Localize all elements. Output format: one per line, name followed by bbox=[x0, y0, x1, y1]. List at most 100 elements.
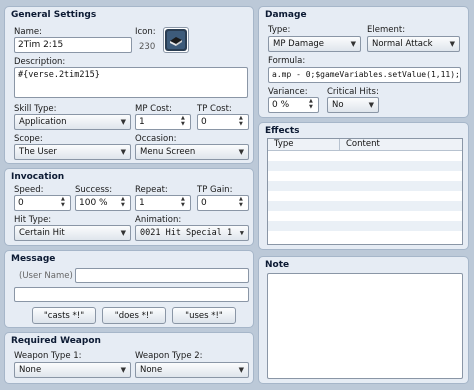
formula-label: Formula: bbox=[268, 56, 306, 66]
tp-cost-label: TP Cost: bbox=[197, 104, 232, 114]
required-weapon-title: Required Weapon bbox=[11, 336, 101, 346]
does-button[interactable]: "does *!" bbox=[102, 307, 166, 324]
animation-label: Animation: bbox=[135, 215, 182, 225]
scope-select[interactable]: The User ▼ bbox=[14, 144, 131, 160]
spin-arrows-icon[interactable]: ▲ ▼ bbox=[309, 98, 316, 110]
variance-value: 0 % bbox=[272, 100, 290, 110]
chevron-down-icon: ▼ bbox=[449, 40, 455, 48]
repeat-label: Repeat: bbox=[135, 185, 168, 195]
chevron-down-icon: ▼ bbox=[120, 148, 126, 156]
user-name-placeholder: (User Name) bbox=[19, 271, 73, 281]
weapon-type-1-select[interactable]: None ▼ bbox=[14, 362, 131, 378]
element-select[interactable]: Normal Attack ▼ bbox=[367, 36, 460, 52]
repeat-stepper[interactable]: 1 ▲ ▼ bbox=[135, 195, 191, 211]
effects-table[interactable]: Type Content bbox=[267, 138, 463, 245]
note-title: Note bbox=[265, 260, 290, 270]
mp-cost-value: 1 bbox=[139, 117, 145, 127]
damage-type-select[interactable]: MP Damage ▼ bbox=[268, 36, 361, 52]
scope-value: The User bbox=[19, 147, 57, 157]
occasion-value: Menu Screen bbox=[140, 147, 196, 157]
note-panel: Note bbox=[258, 256, 469, 384]
spin-arrows-icon[interactable]: ▲ ▼ bbox=[181, 196, 188, 208]
tp-cost-value: 0 bbox=[201, 117, 207, 127]
weapon-type-2-label: Weapon Type 2: bbox=[135, 351, 203, 361]
table-row[interactable] bbox=[268, 201, 462, 211]
hit-type-label: Hit Type: bbox=[14, 215, 52, 225]
success-label: Success: bbox=[75, 185, 113, 195]
message-line-1-input[interactable] bbox=[75, 268, 249, 283]
description-label: Description: bbox=[14, 57, 66, 67]
weapon-type-1-label: Weapon Type 1: bbox=[14, 351, 82, 361]
spin-arrows-icon[interactable]: ▲ ▼ bbox=[239, 115, 246, 127]
tp-gain-stepper[interactable]: 0 ▲ ▼ bbox=[197, 195, 249, 211]
mp-cost-label: MP Cost: bbox=[135, 104, 172, 114]
table-row[interactable] bbox=[268, 151, 462, 161]
critical-hits-label: Critical Hits: bbox=[327, 87, 379, 97]
effects-col-content[interactable]: Content bbox=[340, 139, 462, 150]
table-row[interactable] bbox=[268, 171, 462, 181]
required-weapon-panel: Required Weapon Weapon Type 1: None ▼ We… bbox=[4, 332, 254, 384]
icon-label: Icon: bbox=[135, 27, 156, 37]
description-input[interactable]: #{verse.2tim215} bbox=[14, 67, 248, 98]
hit-type-select[interactable]: Certain Hit ▼ bbox=[14, 225, 131, 241]
animation-select[interactable]: 0021 Hit Special 1 ▼ bbox=[135, 225, 249, 241]
hit-type-value: Certain Hit bbox=[19, 228, 65, 238]
table-row[interactable] bbox=[268, 231, 462, 241]
animation-value: 0021 Hit Special 1 bbox=[140, 228, 233, 238]
table-row[interactable] bbox=[268, 221, 462, 231]
tp-gain-value: 0 bbox=[201, 198, 207, 208]
damage-type-label: Type: bbox=[268, 25, 291, 35]
general-settings-panel: General Settings Name: 2Tim 2:15 Icon: 2… bbox=[4, 6, 254, 164]
skill-type-select[interactable]: Application ▼ bbox=[14, 114, 131, 130]
formula-input[interactable]: a.mp - 0;$gameVariables.setValue(1,11); bbox=[268, 67, 461, 83]
spin-arrows-icon[interactable]: ▲ ▼ bbox=[181, 115, 188, 127]
speed-stepper[interactable]: 0 ▲ ▼ bbox=[14, 195, 71, 211]
invocation-panel: Invocation Speed: 0 ▲ ▼ Success: 100 % ▲ ▼… bbox=[4, 168, 254, 246]
critical-hits-value: No bbox=[332, 100, 344, 110]
chevron-down-icon: ▼ bbox=[238, 366, 244, 374]
name-input[interactable]: 2Tim 2:15 bbox=[14, 37, 132, 53]
variance-label: Variance: bbox=[268, 87, 308, 97]
spin-arrows-icon[interactable]: ▲ ▼ bbox=[121, 196, 128, 208]
book-icon bbox=[165, 29, 187, 51]
chevron-down-icon: ▼ bbox=[120, 366, 126, 374]
effects-col-type[interactable]: Type bbox=[268, 139, 340, 150]
tp-gain-label: TP Gain: bbox=[197, 185, 233, 195]
message-line-2-input[interactable] bbox=[14, 287, 249, 302]
repeat-value: 1 bbox=[139, 198, 145, 208]
weapon-type-2-select[interactable]: None ▼ bbox=[135, 362, 249, 378]
chevron-down-icon: ▼ bbox=[120, 229, 126, 237]
chevron-down-icon: ▼ bbox=[368, 101, 374, 109]
table-row[interactable] bbox=[268, 181, 462, 191]
name-label: Name: bbox=[14, 27, 42, 37]
spin-arrows-icon[interactable]: ▲ ▼ bbox=[61, 196, 68, 208]
speed-value: 0 bbox=[18, 198, 24, 208]
casts-button[interactable]: "casts *!" bbox=[32, 307, 96, 324]
table-row[interactable] bbox=[268, 161, 462, 171]
note-textarea[interactable] bbox=[267, 273, 463, 379]
speed-label: Speed: bbox=[14, 185, 44, 195]
skill-icon[interactable] bbox=[163, 27, 189, 53]
skill-type-label: Skill Type: bbox=[14, 104, 57, 114]
chevron-down-icon: ▼ bbox=[238, 148, 244, 156]
variance-stepper[interactable]: 0 % ▲ ▼ bbox=[268, 97, 319, 113]
table-row[interactable] bbox=[268, 211, 462, 221]
effects-table-header: Type Content bbox=[268, 139, 462, 151]
table-row[interactable] bbox=[268, 191, 462, 201]
general-settings-title: General Settings bbox=[11, 10, 97, 20]
occasion-label: Occasion: bbox=[135, 134, 177, 144]
message-panel: Message (User Name) "casts *!" "does *!"… bbox=[4, 250, 254, 328]
tp-cost-stepper[interactable]: 0 ▲ ▼ bbox=[197, 114, 249, 130]
chevron-down-icon: ▼ bbox=[120, 118, 126, 126]
message-title: Message bbox=[11, 254, 56, 264]
success-value: 100 % bbox=[79, 198, 108, 208]
occasion-select[interactable]: Menu Screen ▼ bbox=[135, 144, 249, 160]
critical-hits-select[interactable]: No ▼ bbox=[327, 97, 379, 113]
uses-button[interactable]: "uses *!" bbox=[172, 307, 236, 324]
success-stepper[interactable]: 100 % ▲ ▼ bbox=[75, 195, 131, 211]
mp-cost-stepper[interactable]: 1 ▲ ▼ bbox=[135, 114, 191, 130]
effects-panel: Effects Type Content bbox=[258, 122, 469, 250]
spin-arrows-icon[interactable]: ▲ ▼ bbox=[239, 196, 246, 208]
element-label: Element: bbox=[367, 25, 406, 35]
weapon-type-2-value: None bbox=[140, 365, 163, 375]
